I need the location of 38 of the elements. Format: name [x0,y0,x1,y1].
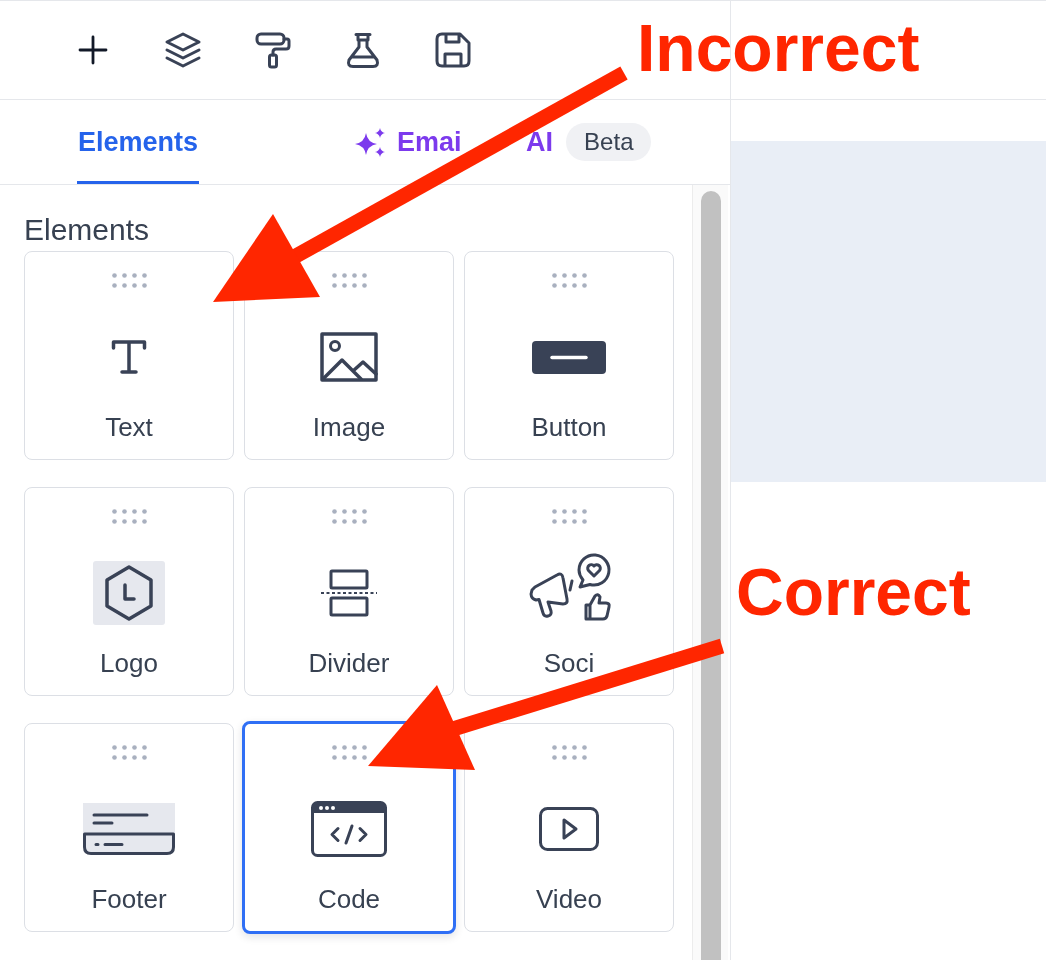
drag-handle-icon[interactable] [550,273,588,288]
save-icon[interactable] [435,32,471,68]
video-icon [539,807,599,851]
element-tile[interactable]: Image [244,251,454,460]
divider-icon [321,569,377,617]
image-icon [320,332,378,382]
footer-icon [83,803,175,855]
section-heading: Elements [24,212,151,248]
element-tile[interactable]: Button [464,251,674,460]
plus-icon[interactable] [78,35,108,65]
element-tile[interactable]: Text [24,251,234,460]
drag-handle-icon[interactable] [550,509,588,524]
drag-handle-icon[interactable] [110,509,148,524]
drag-handle-icon[interactable] [550,745,588,760]
drag-handle-icon[interactable] [110,745,148,760]
annotation-label: Incorrect [637,15,920,81]
drag-handle-icon[interactable] [330,745,368,760]
drag-handle-icon[interactable] [330,509,368,524]
logo-icon [93,561,165,625]
paint-roller-icon[interactable] [255,31,291,69]
element-tile[interactable]: Logo [24,487,234,696]
element-tile[interactable]: Footer [24,723,234,932]
drag-handle-icon[interactable] [330,273,368,288]
element-tile[interactable]: Divider [244,487,454,696]
element-tile[interactable]: Video [464,723,674,932]
flask-icon[interactable] [345,31,381,69]
tab[interactable]: Elements [77,100,200,184]
layers-icon[interactable] [164,31,202,69]
scrollbar-thumb[interactable] [701,191,721,960]
code-icon [311,801,387,857]
tab[interactable]: Emai AI [353,100,555,184]
beta-badge: Beta [566,123,652,161]
annotation-label: Correct [736,559,971,625]
drag-handle-icon[interactable] [110,273,148,288]
element-tile[interactable]: Code [242,721,456,934]
text-icon [110,338,148,376]
element-tile[interactable]: Soci [464,487,674,696]
button-icon [532,340,606,374]
